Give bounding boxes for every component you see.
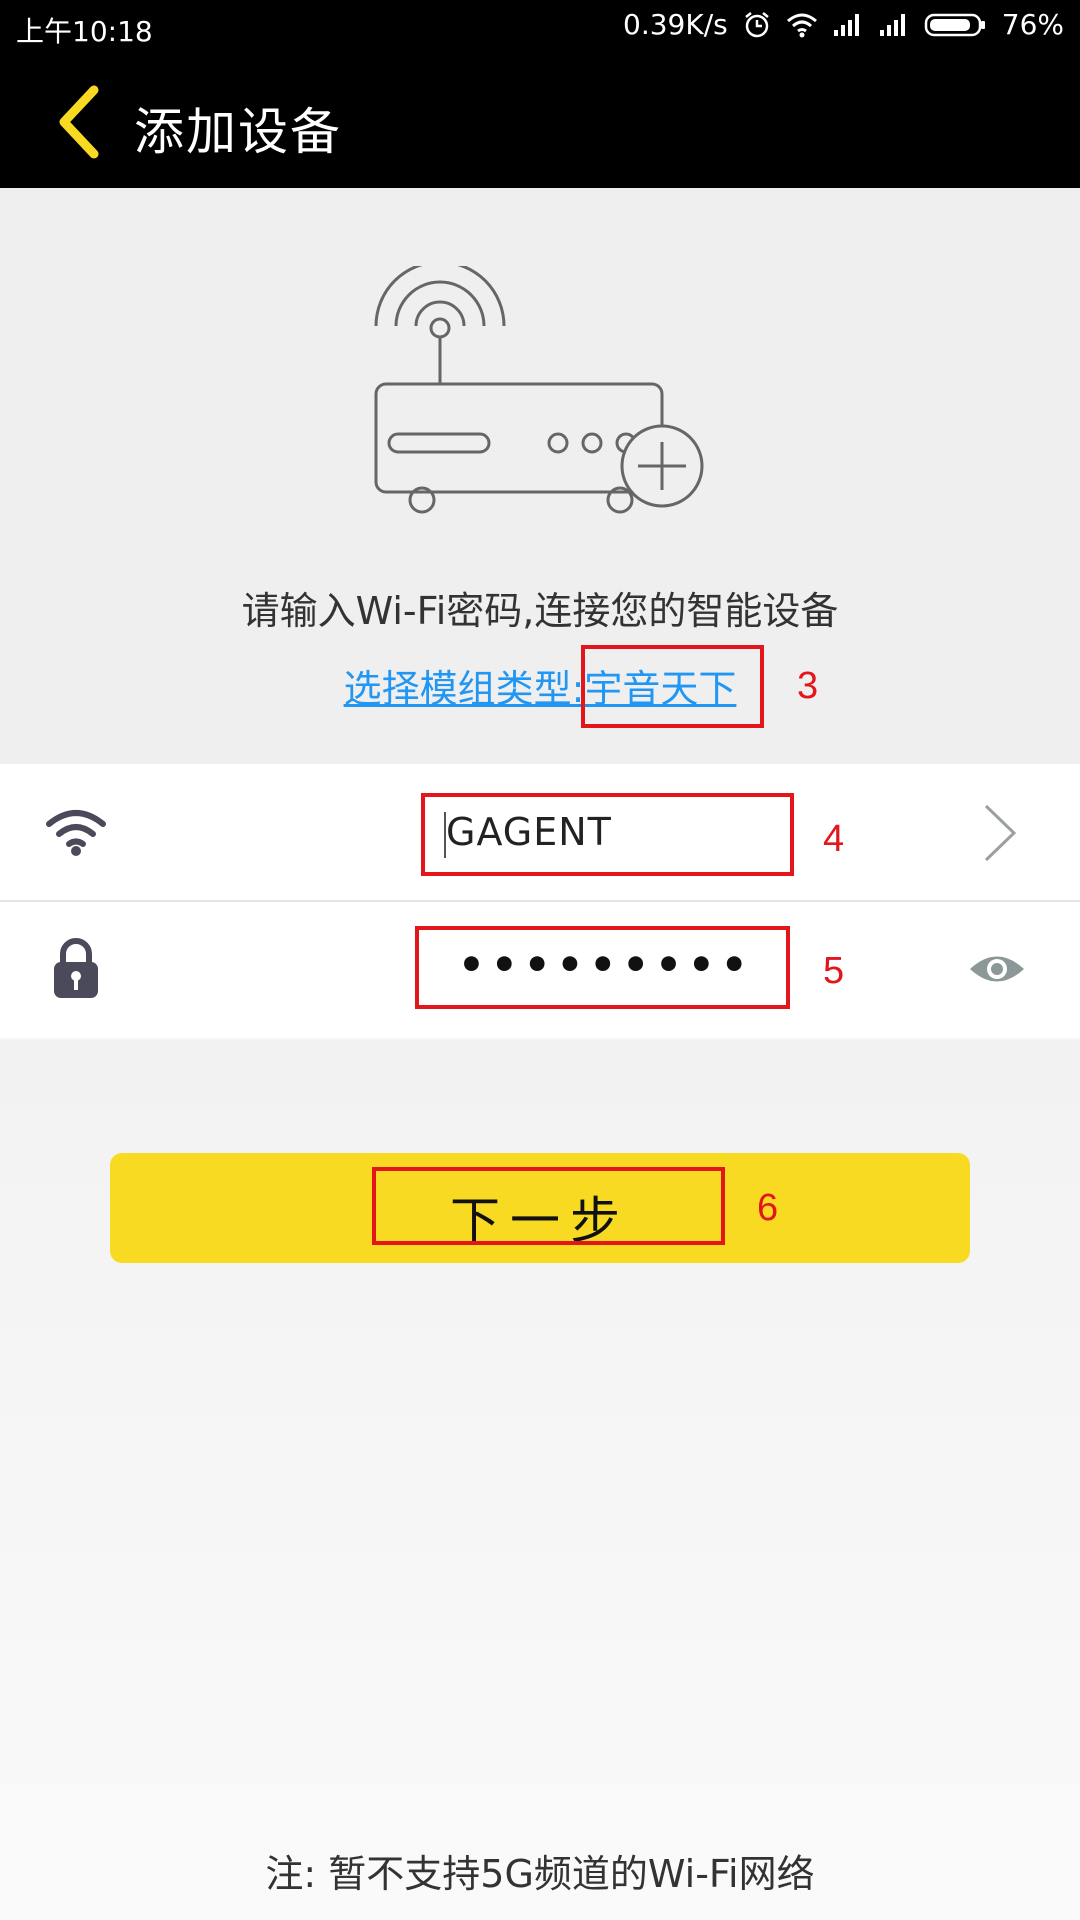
network-speed: 0.39K/s <box>623 8 728 41</box>
alarm-icon <box>742 10 772 40</box>
eye-icon[interactable] <box>968 952 1026 990</box>
hint-text: 请输入Wi-Fi密码,连接您的智能设备 <box>241 589 839 633</box>
annotation-label-6: 6 <box>757 1187 779 1229</box>
battery-icon <box>924 12 988 38</box>
module-type-link[interactable]: 选择模组类型:宇音天下 <box>0 658 1080 713</box>
annotation-box-4 <box>421 793 794 876</box>
lock-icon <box>52 936 100 1004</box>
signal-icon-2 <box>878 12 910 38</box>
signal-icon <box>832 12 864 38</box>
wifi-status-icon <box>786 11 818 39</box>
footer-note: 注: 暂不支持5G频道的Wi-Fi网络 <box>265 1852 815 1896</box>
router-add-icon <box>370 260 710 516</box>
status-icons: 0.39K/s 76% <box>623 8 1064 41</box>
battery-level: 76% <box>1001 8 1064 41</box>
annotation-label-5: 5 <box>823 950 845 992</box>
annotation-box-6 <box>372 1167 725 1245</box>
hero-section: 请输入Wi-Fi密码,连接您的智能设备 选择模组类型:宇音天下 <box>0 188 1080 764</box>
status-bar: 上午10:18 0.39K/s 76% <box>0 0 1080 56</box>
wifi-icon <box>44 808 108 860</box>
toolbar: 添加设备 <box>0 56 1080 188</box>
chevron-left-icon[interactable] <box>50 82 106 162</box>
annotation-label-4: 4 <box>823 818 845 860</box>
page-title: 添加设备 <box>134 103 342 161</box>
annotation-label-3: 3 <box>797 665 819 707</box>
annotation-box-5 <box>415 926 790 1009</box>
annotation-box-3 <box>581 645 764 728</box>
chevron-right-icon[interactable] <box>980 802 1020 868</box>
status-time: 上午10:18 <box>16 15 153 48</box>
